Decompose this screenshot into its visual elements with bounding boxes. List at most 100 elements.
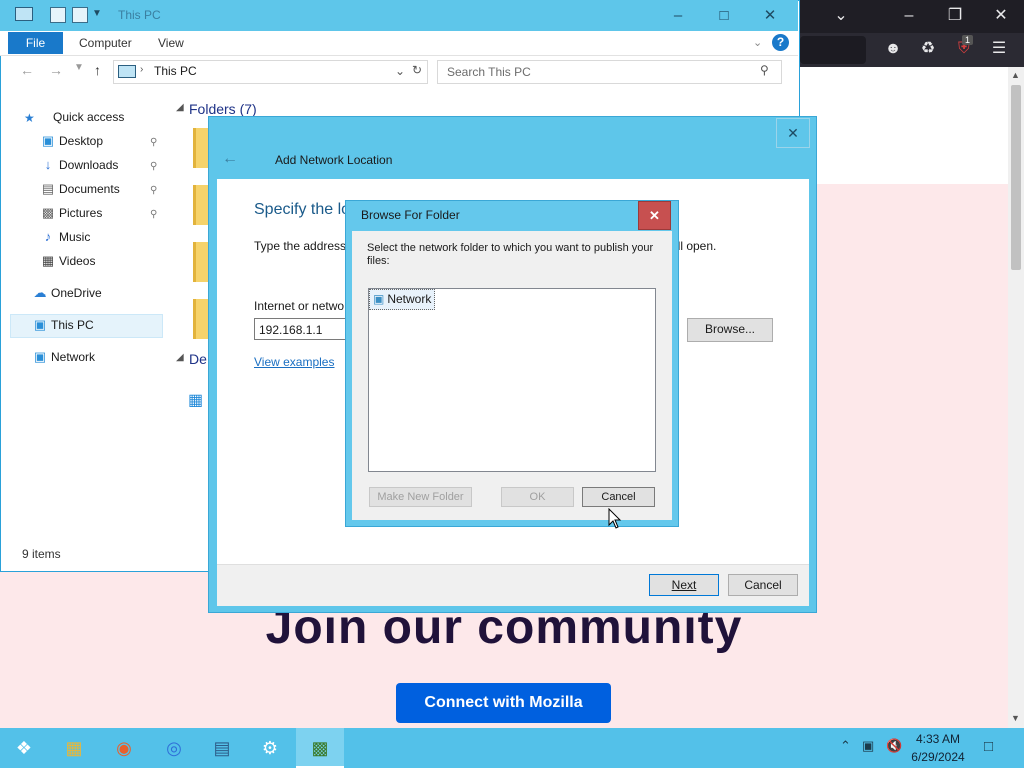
address-bar[interactable]: › This PC ⌄ ↻ bbox=[113, 60, 428, 84]
address-label: Internet or netwo bbox=[254, 299, 345, 313]
mouse-cursor-icon bbox=[608, 508, 622, 529]
new-folder-icon[interactable] bbox=[72, 7, 88, 23]
wizard-close-button[interactable]: ✕ bbox=[776, 118, 810, 148]
wizard-heading: Specify the lo bbox=[254, 201, 351, 218]
breadcrumb-chevron-icon[interactable]: › bbox=[140, 64, 143, 75]
nav-label: OneDrive bbox=[51, 286, 102, 300]
picture-icon: ▩ bbox=[41, 205, 55, 220]
minimize-icon[interactable]: – bbox=[894, 0, 924, 32]
quick-access-dropdown-icon[interactable]: ▼ bbox=[92, 8, 102, 19]
film-icon: ▦ bbox=[41, 253, 55, 268]
browse-button[interactable]: Browse... bbox=[687, 318, 773, 342]
refresh-icon[interactable]: ↻ bbox=[412, 63, 422, 77]
browser-scroll-thumb[interactable] bbox=[1011, 85, 1021, 270]
tree-item-network[interactable]: ▣ Network bbox=[369, 289, 436, 310]
quick-access-star-icon: ★ bbox=[24, 111, 35, 125]
scroll-up-icon[interactable]: ▲ bbox=[1011, 70, 1020, 80]
menu-icon[interactable]: ☰ bbox=[984, 33, 1014, 65]
devices-section-header[interactable]: De bbox=[189, 351, 207, 367]
tab-view[interactable]: View bbox=[158, 36, 184, 50]
network-tray-icon[interactable]: ▣ bbox=[862, 738, 874, 754]
clock-date[interactable]: 6/29/2024 bbox=[906, 750, 970, 764]
chrome-icon[interactable]: ◎ bbox=[150, 728, 198, 768]
folders-section-header[interactable]: Folders (7) bbox=[189, 101, 257, 117]
next-button[interactable]: Next bbox=[649, 574, 719, 596]
recent-dropdown-icon[interactable]: ▼ bbox=[74, 62, 84, 73]
tray-chevron-icon[interactable]: ⌃ bbox=[840, 738, 851, 754]
nav-desktop[interactable]: ▣ Desktop bbox=[40, 130, 103, 152]
nav-pictures[interactable]: ▩ Pictures bbox=[40, 202, 103, 224]
collapse-chevron-icon[interactable]: ◢ bbox=[176, 102, 184, 113]
server-manager-icon[interactable]: ▤ bbox=[198, 728, 246, 768]
account-icon[interactable]: ☻ bbox=[878, 33, 908, 65]
make-new-folder-button[interactable]: Make New Folder bbox=[369, 487, 472, 507]
close-button[interactable]: ✕ bbox=[747, 0, 793, 31]
dialog-close-button[interactable]: ✕ bbox=[638, 201, 671, 230]
nav-music[interactable]: ♪ Music bbox=[40, 226, 91, 248]
nav-label: Network bbox=[51, 350, 96, 364]
nav-network[interactable]: ▣ Network bbox=[32, 346, 95, 368]
active-app-icon[interactable]: ▩ bbox=[296, 728, 344, 768]
file-explorer-icon[interactable]: ▦ bbox=[50, 728, 98, 768]
search-box[interactable]: Search This PC ⚲ bbox=[437, 60, 782, 84]
minimize-button[interactable]: – bbox=[655, 0, 701, 31]
tab-computer[interactable]: Computer bbox=[79, 36, 132, 50]
nav-label: Music bbox=[59, 230, 91, 244]
document-icon: ▤ bbox=[41, 181, 55, 196]
browser-url-field[interactable] bbox=[800, 36, 866, 64]
nav-label: Pictures bbox=[59, 206, 103, 220]
up-arrow-icon[interactable]: ↑ bbox=[94, 62, 101, 78]
tab-list-chevron-icon[interactable]: ⌄ bbox=[826, 0, 856, 32]
dialog-cancel-button[interactable]: Cancel bbox=[582, 487, 655, 507]
folder-tree[interactable] bbox=[368, 288, 656, 472]
cancel-button[interactable]: Cancel bbox=[728, 574, 798, 596]
pin-icon[interactable]: ⚲ bbox=[150, 209, 157, 220]
maximize-button[interactable]: □ bbox=[701, 0, 747, 31]
forward-arrow-icon[interactable]: → bbox=[49, 62, 63, 78]
window-title: This PC bbox=[118, 8, 161, 22]
address-input[interactable]: 192.168.1.1 bbox=[254, 318, 349, 340]
wizard-title: Add Network Location bbox=[275, 153, 393, 167]
collapse-chevron-icon[interactable]: ◢ bbox=[176, 352, 184, 363]
close-icon[interactable]: ✕ bbox=[986, 0, 1016, 32]
computer-icon: ▣ bbox=[33, 317, 47, 332]
nav-label: Documents bbox=[59, 182, 120, 196]
clock-time[interactable]: 4:33 AM bbox=[910, 732, 966, 746]
restore-icon[interactable]: ❐ bbox=[940, 0, 970, 32]
settings-gear-icon[interactable]: ⚙ bbox=[246, 728, 294, 768]
properties-icon[interactable] bbox=[50, 7, 66, 23]
scroll-down-icon[interactable]: ▼ bbox=[1011, 713, 1020, 723]
back-arrow-icon[interactable]: ← bbox=[222, 150, 238, 168]
network-icon: ▣ bbox=[33, 349, 47, 364]
music-note-icon: ♪ bbox=[44, 229, 52, 244]
download-arrow-icon: ↓ bbox=[44, 157, 52, 172]
windows-drive-icon[interactable]: ▦ bbox=[188, 390, 203, 410]
back-arrow-icon[interactable]: ← bbox=[20, 62, 34, 78]
view-examples-link[interactable]: View examples bbox=[254, 355, 334, 369]
search-placeholder: Search This PC bbox=[447, 65, 531, 79]
ok-button[interactable]: OK bbox=[501, 487, 574, 507]
firefox-icon[interactable]: ◉ bbox=[100, 728, 148, 768]
tab-file[interactable]: File bbox=[8, 32, 63, 54]
pin-icon[interactable]: ⚲ bbox=[150, 137, 157, 148]
nav-onedrive[interactable]: ☁ OneDrive bbox=[32, 282, 102, 304]
status-item-count: 9 items bbox=[22, 547, 61, 561]
search-icon[interactable]: ⚲ bbox=[760, 63, 769, 77]
nav-documents[interactable]: ▤ Documents bbox=[40, 178, 120, 200]
address-text: This PC bbox=[154, 64, 197, 78]
help-icon[interactable]: ? bbox=[772, 34, 789, 51]
nav-downloads[interactable]: ↓ Downloads bbox=[40, 154, 119, 176]
volume-muted-icon[interactable]: 🔇 bbox=[886, 738, 902, 754]
connect-button[interactable]: Connect with Mozilla bbox=[396, 683, 611, 723]
extensions-icon[interactable]: ♻ bbox=[913, 33, 943, 65]
nav-quick-access[interactable]: Quick access bbox=[53, 106, 124, 128]
start-windows-icon[interactable]: ❖ bbox=[0, 728, 48, 768]
pin-icon[interactable]: ⚲ bbox=[150, 161, 157, 172]
pin-icon[interactable]: ⚲ bbox=[150, 185, 157, 196]
notifications-icon[interactable]: □ bbox=[984, 738, 993, 755]
extension-badge: 1 bbox=[962, 35, 974, 45]
nav-this-pc[interactable]: ▣ This PC bbox=[32, 314, 94, 336]
address-dropdown-icon[interactable]: ⌄ bbox=[395, 64, 405, 78]
ribbon-expand-icon[interactable]: ⌄ bbox=[753, 36, 762, 49]
nav-videos[interactable]: ▦ Videos bbox=[40, 250, 96, 272]
